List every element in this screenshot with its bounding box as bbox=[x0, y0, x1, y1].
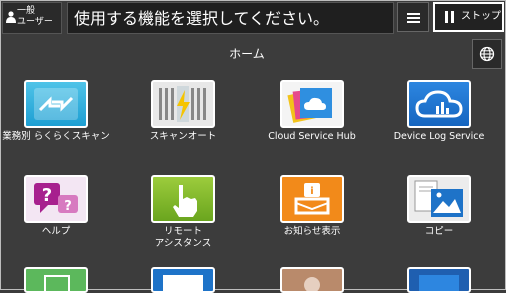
menu-icon bbox=[407, 13, 420, 15]
tile-partial-4[interactable] bbox=[407, 267, 471, 293]
tile-label: お知らせ表示 bbox=[283, 226, 341, 237]
notice-icon: i bbox=[280, 175, 344, 223]
tile-label: Cloud Service Hub bbox=[268, 131, 356, 142]
scan-auto-icon bbox=[151, 80, 215, 128]
stop-label: ストップ bbox=[461, 11, 501, 22]
tile-partial-3[interactable] bbox=[280, 267, 344, 293]
user-button[interactable]: 一般 ユーザー bbox=[2, 2, 62, 34]
scan-arrows-icon bbox=[24, 80, 88, 128]
tile-label: リモート アシスタンス bbox=[154, 226, 212, 249]
device-log-cloud-icon bbox=[407, 80, 471, 128]
stop-button[interactable]: ストップ bbox=[433, 2, 504, 32]
partial-icon-3 bbox=[304, 277, 320, 291]
menu-icon-line bbox=[407, 17, 420, 19]
tile-label: ヘルプ bbox=[41, 226, 71, 237]
tile-partial-2[interactable] bbox=[151, 267, 215, 293]
language-button[interactable] bbox=[472, 39, 502, 69]
tile-label: スキャンオート bbox=[149, 131, 217, 142]
user-label: 一般 ユーザー bbox=[17, 6, 53, 28]
svg-text:i: i bbox=[310, 186, 313, 197]
partial-icon-4 bbox=[419, 275, 459, 291]
svg-text:?: ? bbox=[42, 185, 52, 206]
tile-label: Device Log Service bbox=[393, 131, 485, 142]
partial-icon-1 bbox=[44, 275, 70, 291]
help-icon: ? ? bbox=[24, 175, 88, 223]
user-icon bbox=[6, 11, 16, 23]
screen-frame bbox=[0, 0, 506, 290]
user-label-line1: 一般 bbox=[17, 6, 36, 16]
page-title: ホーム bbox=[229, 47, 265, 61]
user-label-line2: ユーザー bbox=[17, 17, 53, 27]
cloud-service-icon bbox=[280, 80, 344, 128]
remote-assist-icon bbox=[151, 175, 215, 223]
tile-partial-1[interactable] bbox=[24, 267, 88, 293]
menu-button[interactable] bbox=[397, 2, 429, 32]
copy-icon bbox=[407, 175, 471, 223]
menu-icon-line bbox=[407, 21, 420, 23]
message-text: 使用する機能を選択してください。 bbox=[74, 9, 330, 28]
tile-label: コピー bbox=[424, 226, 454, 237]
stop-icon bbox=[445, 11, 455, 23]
message-bar: 使用する機能を選択してください。 bbox=[67, 2, 394, 34]
tile-label: 業務別 らくらくスキャン bbox=[2, 131, 110, 142]
svg-text:?: ? bbox=[64, 199, 72, 214]
globe-icon bbox=[479, 46, 495, 62]
partial-icon-2 bbox=[163, 275, 203, 291]
